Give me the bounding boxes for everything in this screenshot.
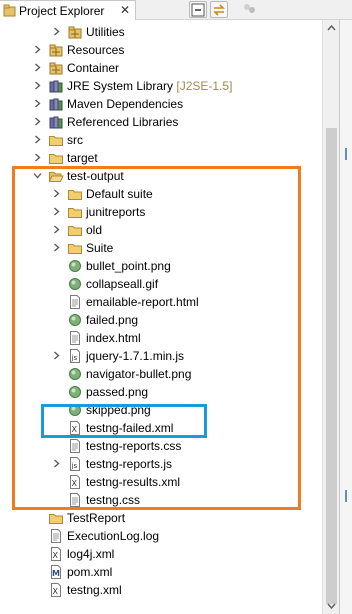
folder-icon <box>49 154 63 164</box>
link-with-editor-icon <box>213 4 225 16</box>
tree-item-name: Utilities <box>86 25 125 39</box>
collapse-all-icon <box>191 3 205 17</box>
svg-text:X: X <box>53 551 59 560</box>
tree-item[interactable]: Xlog4j.xml <box>0 545 322 563</box>
file-icon <box>51 529 61 543</box>
tree-item-name: src <box>67 133 83 147</box>
editor-marker <box>345 148 347 160</box>
chevron-right-icon[interactable] <box>33 63 42 72</box>
library-icon <box>49 116 63 129</box>
tree-item[interactable]: TestReport <box>0 509 322 527</box>
tree-item-name: JRE System Library <box>67 79 174 93</box>
xml-file-icon: X <box>51 547 61 561</box>
project-explorer-icon <box>3 4 16 17</box>
tree-item-name: log4j.xml <box>67 547 115 561</box>
tree-item-name: Container <box>67 61 120 75</box>
collapse-all-button[interactable] <box>189 1 207 18</box>
tree-item-decoration: [J2SE-1.5] <box>176 79 233 93</box>
editor-marker <box>345 490 347 502</box>
folder-icon <box>49 136 63 146</box>
chevron-right-icon[interactable] <box>33 81 42 90</box>
tree-item-label: Utilities <box>86 25 125 39</box>
tree-item-label: TestReport <box>67 511 125 525</box>
tree-item[interactable]: Xtestng.xml <box>0 581 322 599</box>
tree-item[interactable]: Container <box>0 59 322 77</box>
tree-item[interactable]: ExecutionLog.log <box>0 527 322 545</box>
tree-item[interactable]: Utilities <box>0 23 322 41</box>
vertical-scrollbar[interactable] <box>322 20 339 614</box>
tree-item[interactable]: JRE System Library [J2SE-1.5] <box>0 77 322 95</box>
chevron-right-icon[interactable] <box>33 135 42 144</box>
tab-label: Project Explorer <box>19 4 105 18</box>
svg-text:X: X <box>53 587 59 596</box>
library-icon <box>49 80 63 93</box>
scroll-up-icon[interactable] <box>323 20 340 37</box>
tree-item-label: Container <box>67 61 119 75</box>
scroll-down-icon[interactable] <box>323 597 340 614</box>
package-icon <box>49 62 63 75</box>
svg-text:M: M <box>52 569 60 578</box>
tree-item-name: Referenced Libraries <box>67 115 179 129</box>
tree-item-name: target <box>67 151 98 165</box>
view-menu-button[interactable] <box>241 1 259 18</box>
tree-item-name: pom.xml <box>67 565 113 579</box>
tree-item-label: log4j.xml <box>67 547 114 561</box>
tree-item-label: Maven Dependencies <box>67 97 183 111</box>
tree-item-label: target <box>67 151 98 165</box>
tree-item[interactable]: Mpom.xml <box>0 563 322 581</box>
scrollbar-thumb[interactable] <box>326 128 337 604</box>
tree-item[interactable]: Referenced Libraries <box>0 113 322 131</box>
tree-item-label: Resources <box>67 43 124 57</box>
chevron-right-icon[interactable] <box>33 45 42 54</box>
chevron-right-icon[interactable] <box>33 117 42 126</box>
chevron-right-icon[interactable] <box>33 99 42 108</box>
package-icon <box>68 26 82 39</box>
tree-item[interactable]: src <box>0 131 322 149</box>
testng-failed-highlight <box>41 404 207 438</box>
chevron-right-icon[interactable] <box>33 153 42 162</box>
tree-item-name: TestReport <box>67 511 126 525</box>
editor-area-edge <box>339 20 352 614</box>
tree-item-label: testng.xml <box>67 583 122 597</box>
close-icon[interactable]: ✕ <box>120 3 130 17</box>
tree-item[interactable]: target <box>0 149 322 167</box>
view-tab-bar: Project Explorer ✕ <box>0 0 352 20</box>
tree-item-label: Referenced Libraries <box>67 115 178 129</box>
test-output-highlight <box>12 166 301 510</box>
tree-item-label: pom.xml <box>67 565 112 579</box>
tree-item-name: ExecutionLog.log <box>67 529 160 543</box>
tree-item-name: testng.xml <box>67 583 122 597</box>
tab-project-explorer[interactable]: Project Explorer ✕ <box>0 0 136 20</box>
package-icon <box>49 44 63 57</box>
xml-file-icon: X <box>51 583 61 597</box>
tree-item[interactable]: Resources <box>0 41 322 59</box>
tree-item-name: Resources <box>67 43 125 57</box>
tree-item-name: Maven Dependencies <box>67 97 184 111</box>
folder-icon <box>49 514 63 524</box>
library-icon <box>49 98 63 111</box>
chevron-right-icon[interactable] <box>52 27 61 36</box>
tree-item[interactable]: Maven Dependencies <box>0 95 322 113</box>
maven-pom-icon: M <box>51 565 61 579</box>
link-with-editor-button[interactable] <box>210 1 228 18</box>
view-menu-icon <box>244 4 255 13</box>
tree-item-label: src <box>67 133 83 147</box>
tree-item-label: JRE System Library [J2SE-1.5] <box>67 79 232 93</box>
tree-item-label: ExecutionLog.log <box>67 529 159 543</box>
